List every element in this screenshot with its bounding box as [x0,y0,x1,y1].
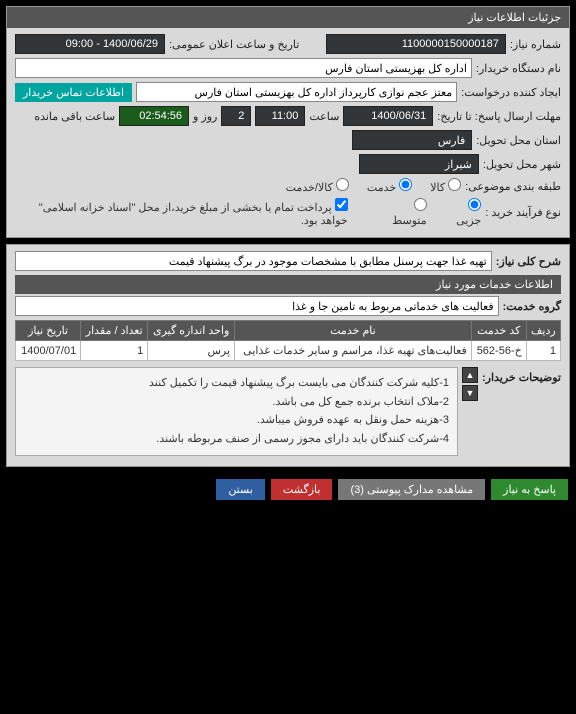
watermark: ۰۲۱-۸۸۲۴ [57,665,229,714]
scroll-up-icon[interactable]: ▲ [462,367,478,383]
radio-medium[interactable]: متوسط [382,198,427,227]
contact-info-button[interactable]: اطلاعات تماس خریدار [15,83,132,102]
details-panel: جزئیات اطلاعات نیاز شماره نیاز: 11000001… [6,6,570,238]
city-value: شیراز [359,154,479,174]
cell-unit: پرس [148,341,235,361]
th-date: تاریخ نیاز [16,321,81,341]
table-header-row: ردیف کد خدمت نام خدمت واحد اندازه گیری ت… [16,321,561,341]
requester-label: ایجاد کننده درخواست: [461,86,561,99]
radio-service[interactable]: خدمت [367,178,412,194]
th-code: کد خدمت [471,321,526,341]
buyer-org-input[interactable] [15,58,472,78]
days-label: روز و [193,110,217,123]
purchase-label: نوع فرآیند خرید : [485,206,561,219]
announce-label: تاریخ و ساعت اعلان عمومی: [169,38,299,51]
radio-both[interactable]: کالا/خدمت [286,178,349,194]
desc-input[interactable] [15,251,492,271]
city-label: شهر محل تحویل: [483,158,561,171]
buyer-notes-text: 1-کلیه شرکت کنندگان می بایست برگ پیشنهاد… [15,367,458,456]
requester-input[interactable] [136,82,457,102]
back-button[interactable]: بازگشت [271,479,333,500]
announce-value: 1400/06/29 - 09:00 [15,34,165,54]
buyer-org-label: نام دستگاه خریدار: [476,62,561,75]
cell-name: فعالیت‌های تهیه غذا، مراسم و سایر خدمات … [235,341,472,361]
table-row[interactable]: 1 خ-56-562 فعالیت‌های تهیه غذا، مراسم و … [16,341,561,361]
th-qty: تعداد / مقدار [81,321,148,341]
panel-title: جزئیات اطلاعات نیاز [7,7,569,28]
time-label-1: ساعت [309,110,339,123]
close-button[interactable]: بستن [216,479,265,500]
subject-radio-group: طبقه بندی موضوعی: کالا خدمت کالا/خدمت [15,178,561,194]
cell-date: 1400/07/01 [16,341,81,361]
svc-group-label: گروه خدمت: [503,300,561,313]
need-no-label: شماره نیاز: [510,38,561,51]
remain-label: ساعت باقی مانده [34,110,115,123]
deadline-label: مهلت ارسال پاسخ: تا تاریخ: [437,110,561,123]
province-value: فارس [352,130,472,150]
countdown: 02:54:56 [119,106,189,126]
th-name: نام خدمت [235,321,472,341]
pay-note[interactable]: پرداخت تمام یا بخشی از مبلغ خرید،از محل … [29,198,348,227]
services-header: اطلاعات خدمات مورد نیاز [15,275,561,294]
footer-buttons: پاسخ به نیاز مشاهده مدارک پیوستی (3) باز… [0,473,576,506]
radio-service-label: خدمت [367,182,396,194]
pay-note-label: پرداخت تمام یا بخشی از مبلغ خرید،از محل … [39,202,348,227]
purchase-radio-group: نوع فرآیند خرید : جزیی متوسط پرداخت تمام… [15,198,561,227]
radio-both-label: کالا/خدمت [286,182,333,194]
deadline-time: 11:00 [255,106,305,126]
cell-row: 1 [526,341,560,361]
cell-code: خ-56-562 [471,341,526,361]
radio-goods-label: کالا [430,182,445,194]
radio-goods[interactable]: کالا [430,178,461,194]
radio-minor-label: جزیی [456,215,481,227]
days-value: 2 [221,106,251,126]
scroll-down-icon[interactable]: ▼ [462,385,478,401]
radio-minor[interactable]: جزیی [445,198,482,227]
need-no-value: 1100000150000187 [326,34,506,54]
province-label: استان محل تحویل: [476,134,561,147]
desc-label: شرح کلی نیاز: [496,255,561,268]
services-table: ردیف کد خدمت نام خدمت واحد اندازه گیری ت… [15,320,561,361]
attachments-button[interactable]: مشاهده مدارک پیوستی (3) [338,479,485,500]
need-desc-panel: شرح کلی نیاز: اطلاعات خدمات مورد نیاز گر… [6,244,570,467]
radio-medium-label: متوسط [392,215,427,227]
cell-qty: 1 [81,341,148,361]
buyer-notes-label: توضیحات خریدار: [482,367,561,384]
th-row: ردیف [526,321,560,341]
svc-group-input[interactable] [15,296,499,316]
deadline-date: 1400/06/31 [343,106,433,126]
subject-label: طبقه بندی موضوعی: [465,180,561,193]
th-unit: واحد اندازه گیری [148,321,235,341]
respond-button[interactable]: پاسخ به نیاز [491,479,568,500]
